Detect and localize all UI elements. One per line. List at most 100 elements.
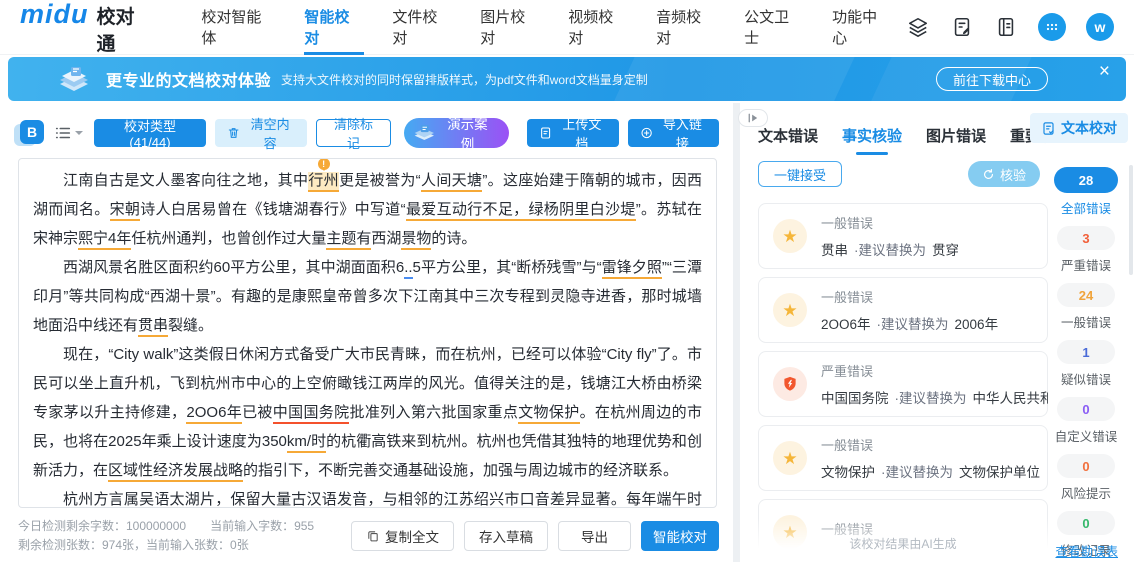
editor-paragraph[interactable]: 西湖风景名胜区面积约60平方公里，其中湖面面积6..5平方公里，其“断桥残雪”与… [33, 253, 702, 340]
suggestion-action: ·建议替换为 [895, 391, 967, 406]
import-link-button[interactable]: 导入链接 [628, 119, 720, 147]
marked-text[interactable]: 中国国务院 [273, 404, 350, 424]
nav-item[interactable]: 功能中心 [832, 0, 892, 55]
error-card-body: 一般错误贯串·建议替换为贯穿 [821, 213, 959, 259]
avatar[interactable]: w [1086, 13, 1114, 41]
stat-label: 疑似错误 [1061, 369, 1111, 388]
editor-toolbar: B 校对类型(41/44) 清空内容 清除标记 演示案例 [18, 117, 719, 149]
marked-text[interactable]: km/时 [287, 433, 326, 453]
close-icon[interactable]: × [1099, 61, 1110, 83]
nav-item[interactable]: 视频校对 [568, 0, 628, 55]
editor-paragraph[interactable]: 现在，“City walk”这类假日休闲方式备受广大市民青睐，而在杭州，已经可以… [33, 340, 702, 485]
verify-button[interactable]: 核验 [968, 161, 1040, 187]
marked-text[interactable]: .. [404, 259, 412, 279]
text-run: 任杭州通判，也曾创作过大量 [131, 230, 326, 247]
text-run: 更是被誉为“ [339, 172, 421, 189]
clear-content-button[interactable]: 清空内容 [215, 119, 307, 147]
text-run: 西湖 [371, 230, 401, 247]
accept-all-button[interactable]: 一键接受 [758, 161, 842, 187]
stat-label: 严重错误 [1061, 255, 1111, 274]
severity-label: 严重错误 [821, 361, 1048, 380]
text-run: 诗人白居易曾在《钱塘湖春行》中写道“ [140, 201, 405, 218]
replacement-text: 文物保护单位 [959, 465, 1040, 480]
editor-paragraph[interactable]: 杭州方言属吴语太湖片，保留大量古汉语发音，与相邻的江苏绍兴市口音差异显著。每年端… [33, 485, 702, 508]
smart-proof-button[interactable]: 智能校对 [641, 521, 719, 551]
marked-text[interactable]: 贯串 [138, 317, 168, 337]
proof-type-button[interactable]: 校对类型(41/44) [94, 119, 207, 147]
chevron-down-icon [75, 131, 83, 139]
error-card[interactable]: ★一般错误文物保护·建议替换为文物保护单位 [758, 425, 1048, 491]
verify-label: 核验 [1000, 165, 1026, 184]
stat-item[interactable]: 0风险提示 [1057, 454, 1115, 502]
brand-logo[interactable]: midu 校对通 [20, 0, 153, 56]
original-text: 文物保护 [821, 465, 875, 480]
nav-item[interactable]: 智能校对 [304, 0, 364, 55]
marked-text[interactable]: 雷锋夕照 [602, 259, 662, 279]
demo-case-button[interactable]: 演示案例 [404, 118, 509, 148]
errata-link[interactable]: 查看勘误表 [1055, 541, 1118, 560]
draft-edit-icon[interactable] [950, 15, 974, 39]
error-card[interactable]: 严重错误中国国务院·建议替换为中华人民共和... [758, 351, 1048, 417]
marked-text[interactable]: 文物保护 [518, 404, 579, 424]
result-actions: 一键接受 核验 [758, 161, 1040, 187]
nav-item[interactable]: 校对智能体 [201, 0, 276, 55]
import-link-label: 导入链接 [658, 114, 707, 152]
text-proof-button[interactable]: 文本校对 [1030, 113, 1128, 143]
download-center-button[interactable]: 前往下载中心 [936, 67, 1048, 91]
marked-text[interactable]: 区域性经济发展战略 [108, 462, 243, 482]
result-tabs: 文本错误事实核验图片错误重要提及 [758, 125, 1070, 155]
nav-item[interactable]: 公文卫士 [744, 0, 804, 55]
text-run: 裂缝。 [168, 317, 213, 334]
stat-label: 一般错误 [1061, 312, 1111, 331]
marked-text[interactable]: 景物 [401, 230, 431, 250]
stat-item[interactable]: 28全部错误 [1054, 167, 1118, 217]
apps-grid-icon[interactable] [1038, 13, 1066, 41]
marked-text[interactable]: 宋朝 [110, 201, 141, 221]
list-settings-icon[interactable] [54, 124, 83, 142]
quota-info: 今日检测剩余字数：100000000 当前输入字数：955 剩余检测张数：974… [18, 517, 314, 555]
bold-style-icon[interactable]: B [18, 120, 43, 146]
logo-wordmark: midu [20, 0, 89, 30]
nav-item[interactable]: 图片校对 [480, 0, 540, 55]
quota-line1: 今日检测剩余字数：100000000 当前输入字数：955 [18, 517, 314, 536]
copy-icon [366, 529, 380, 543]
layers-icon[interactable] [906, 15, 930, 39]
panel-divider [733, 103, 740, 562]
marked-text[interactable]: 最爱互动行不足，绿杨阴里白沙堤 [406, 201, 636, 221]
trash-icon [227, 126, 240, 140]
stat-count: 0 [1057, 454, 1115, 478]
save-draft-button[interactable]: 存入草稿 [464, 521, 548, 551]
export-button[interactable]: 导出 [558, 521, 631, 551]
stats-column: 28全部错误3严重错误24一般错误1疑似错误0自定义错误0风险提示0修改记录 [1042, 167, 1130, 562]
stat-item[interactable]: 24一般错误 [1057, 283, 1115, 331]
error-card[interactable]: ★一般错误2OO6年·建议替换为2006年 [758, 277, 1048, 343]
upload-doc-button[interactable]: 上传文档 [527, 119, 619, 147]
text-run: 批准列入第六批国家重点 [349, 404, 518, 421]
suggestion-line: 贯串·建议替换为贯穿 [821, 239, 959, 259]
records-icon[interactable] [994, 15, 1018, 39]
marked-text[interactable]: 行州! [308, 172, 339, 192]
nav-item[interactable]: 音频校对 [656, 0, 716, 55]
editor-paragraph[interactable]: 江南自古是文人墨客向往之地，其中行州!更是被誉为“人间天塘”。这座始建于隋朝的城… [33, 166, 702, 253]
stat-item[interactable]: 0自定义错误 [1055, 397, 1118, 445]
result-tab[interactable]: 图片错误 [926, 125, 986, 155]
text-run: 的诗。 [431, 230, 476, 247]
logo-product-name: 校对通 [97, 2, 154, 56]
error-card[interactable]: ★一般错误贯串·建议替换为贯穿 [758, 203, 1048, 269]
original-text: 2OO6年 [821, 317, 871, 332]
marked-text[interactable]: 主题有 [326, 230, 371, 250]
result-tab[interactable]: 事实核验 [842, 125, 902, 155]
marked-text[interactable]: 2OO6年 [186, 404, 242, 424]
marked-text[interactable]: 人间天塘 [421, 172, 483, 192]
clear-marks-button[interactable]: 清除标记 [316, 119, 391, 147]
copy-all-button[interactable]: 复制全文 [351, 521, 454, 551]
stat-item[interactable]: 1 疑似错误 [1057, 340, 1115, 388]
stat-count: 1 [1057, 340, 1115, 364]
nav-item[interactable]: 文件校对 [392, 0, 452, 55]
scrollbar[interactable] [1129, 165, 1134, 556]
result-tab[interactable]: 文本错误 [758, 125, 818, 155]
editor-content[interactable]: 江南自古是文人墨客向往之地，其中行州!更是被誉为“人间天塘”。这座始建于隋朝的城… [18, 158, 717, 508]
marked-text[interactable]: 熙宁4年 [78, 230, 131, 250]
stat-item[interactable]: 3严重错误 [1057, 226, 1115, 274]
suggestion-action: ·建议替换为 [881, 465, 953, 480]
